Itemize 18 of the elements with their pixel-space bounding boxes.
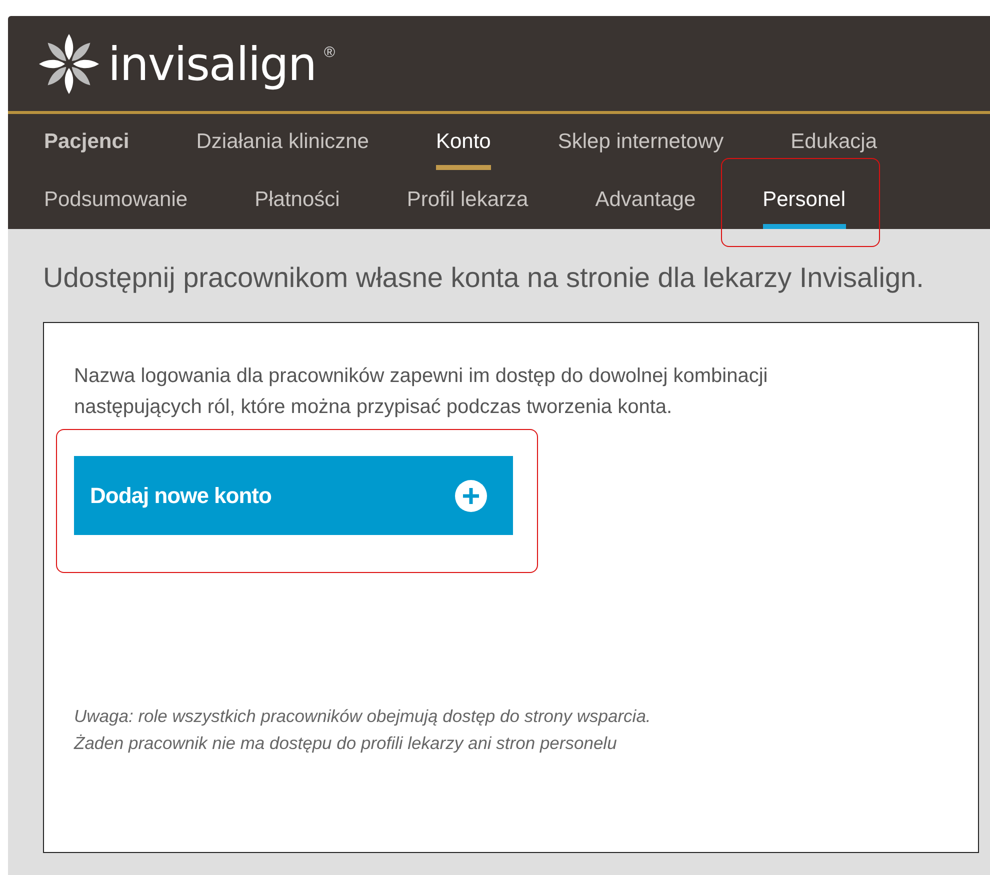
nav-tab[interactable]: Profil lekarza (406, 170, 528, 229)
logo-wordmark: invisalign (108, 36, 316, 90)
nav-tab[interactable]: Advantage (595, 170, 696, 229)
nav-tab[interactable]: Podsumowanie (44, 170, 188, 229)
note-text: Żaden pracownik nie ma dostępu do profili lekarzy ani stron personelu (74, 732, 618, 755)
nav-tab[interactable]: Edukacja (790, 114, 878, 170)
flower-logo-icon (38, 32, 100, 94)
nav-tab[interactable]: Działania kliniczne (196, 114, 369, 170)
registered-mark: ® (324, 44, 336, 61)
nav-tab[interactable]: Pacjenci (44, 114, 130, 170)
plus-circle-icon (455, 480, 487, 512)
page-heading: Udostępnij pracownikom własne konta na stronie dla lekarzy Invisalign. (43, 262, 925, 294)
intro-text: Nazwa logowania dla pracowników zapewni im dostęp do dowolnej kombinacji następujących ról, które można przypisać podczas tworzenia konta. (74, 364, 769, 420)
note-text: Uwaga: role wszystkich pracowników obejmują dostęp do strony wsparcia. (74, 705, 652, 728)
nav-tab[interactable]: Konto (436, 114, 491, 170)
nav-tab[interactable]: Sklep internetowy (558, 114, 724, 170)
nav-tab[interactable]: Personel (762, 170, 846, 229)
nav-tab[interactable]: Płatności (254, 170, 340, 229)
